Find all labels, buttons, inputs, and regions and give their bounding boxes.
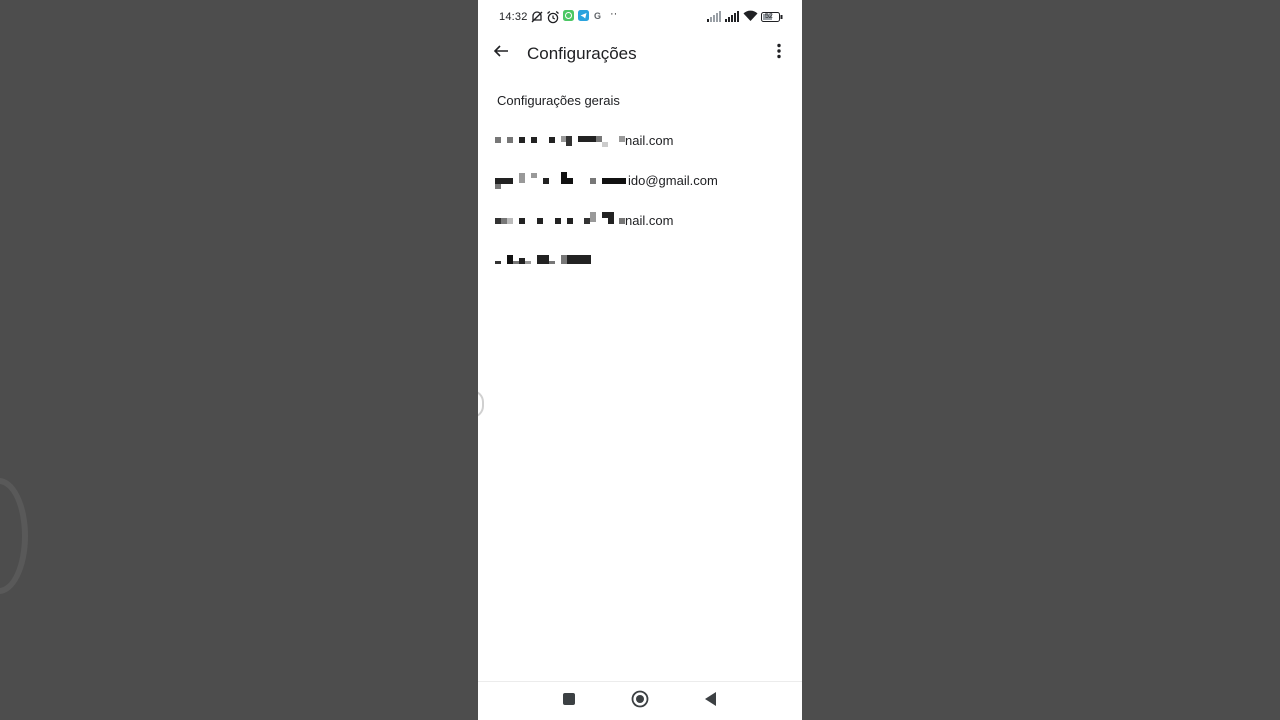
no-alarm-icon	[530, 10, 544, 27]
system-nav-bar	[478, 681, 802, 720]
alarm-clock-icon	[546, 10, 560, 27]
home-button[interactable]	[628, 690, 652, 712]
home-circle-icon	[631, 690, 649, 713]
account-item[interactable]: nail.com	[478, 200, 802, 240]
google-icon: G	[594, 11, 602, 21]
general-settings-item[interactable]: Configurações gerais	[497, 93, 620, 108]
overflow-menu-button[interactable]	[766, 40, 792, 66]
edge-gesture-indicator	[478, 390, 484, 418]
back-button[interactable]	[488, 40, 514, 66]
account-email: nail.com	[625, 133, 674, 148]
recents-button[interactable]	[557, 690, 581, 712]
nav-back-button[interactable]	[699, 690, 723, 712]
telegram-icon	[578, 10, 589, 24]
account-email: ido@gmail.com	[628, 173, 718, 188]
battery-icon: 52	[761, 12, 783, 25]
page-title: Configurações	[527, 44, 637, 63]
signal-2-icon	[725, 11, 740, 25]
account-item[interactable]: ido@gmail.com	[478, 160, 802, 200]
background-arc-decoration	[0, 478, 28, 594]
status-bar: 14:32 G ·· 52	[478, 0, 802, 36]
account-email: nail.com	[625, 213, 674, 228]
signal-1-icon	[707, 11, 722, 25]
account-item[interactable]	[478, 240, 802, 280]
recents-square-icon	[563, 692, 575, 710]
battery-level: 52	[765, 13, 773, 20]
whatsapp-icon	[563, 10, 574, 24]
app-bar: Configurações	[478, 36, 802, 72]
phone-screen: 14:32 G ·· 52 Configurações Configuraçõe…	[478, 0, 802, 720]
back-triangle-icon	[705, 691, 717, 711]
more-notifications-icon: ··	[610, 8, 618, 20]
status-time: 14:32	[499, 11, 528, 23]
arrow-back-icon	[493, 43, 509, 64]
account-item[interactable]: nail.com	[478, 120, 802, 160]
more-vert-icon	[776, 43, 782, 64]
wifi-icon	[743, 10, 758, 25]
